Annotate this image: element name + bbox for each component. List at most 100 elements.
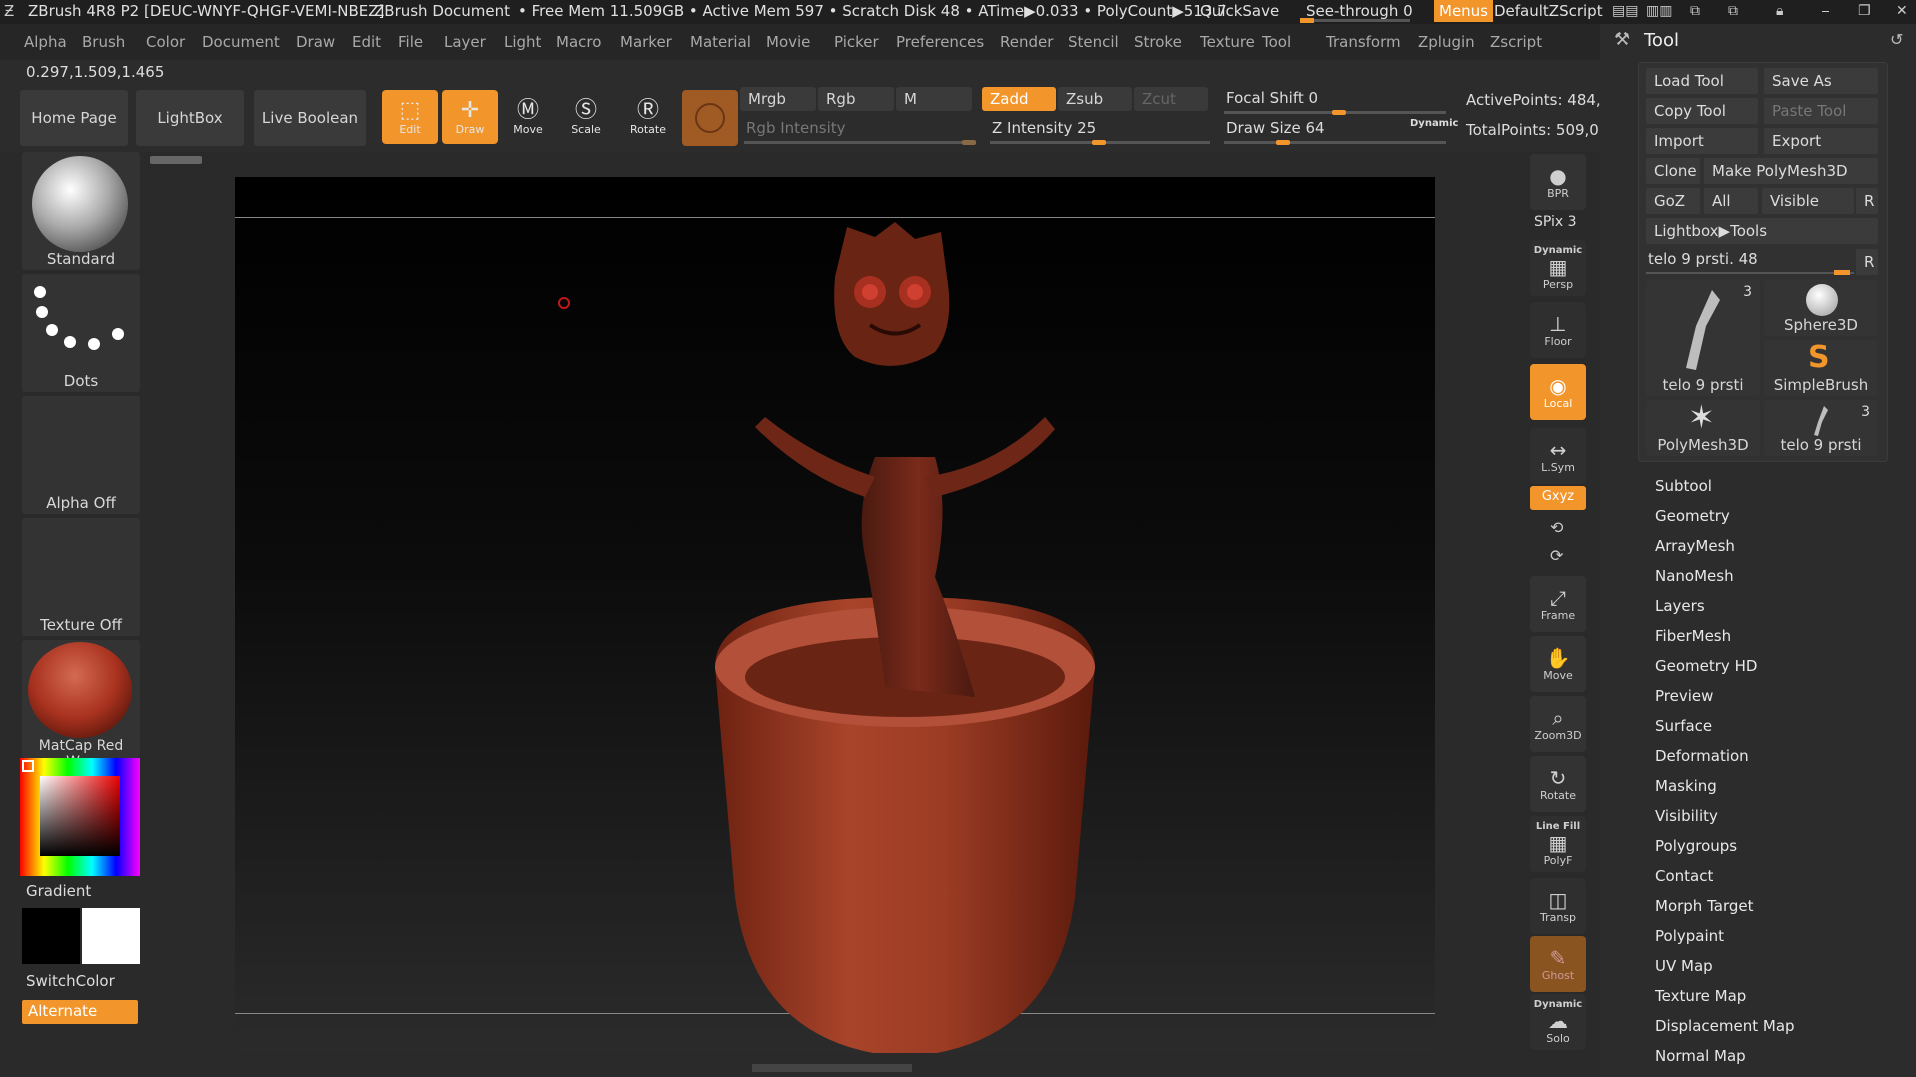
current-tool-slider[interactable]: telo 9 prsti. 48: [1648, 250, 1758, 268]
menu-movie[interactable]: Movie: [766, 33, 810, 51]
texture-selector[interactable]: Texture Off: [22, 518, 140, 636]
minimize-icon[interactable]: ⎯: [1822, 3, 1829, 19]
default-zscript-button[interactable]: DefaultZScript: [1494, 2, 1603, 20]
tool-thumb-telo-1[interactable]: 3 telo 9 prsti: [1646, 280, 1760, 396]
make-polymesh3d-button[interactable]: Make PolyMesh3D: [1704, 158, 1878, 184]
r-button-2[interactable]: R: [1856, 249, 1878, 275]
alpha-selector[interactable]: Alpha Off: [22, 396, 140, 514]
r-button[interactable]: R: [1856, 188, 1878, 214]
menu-document[interactable]: Document: [202, 33, 280, 51]
tool-section-nanomesh[interactable]: NanoMesh: [1655, 567, 1734, 585]
rotate-mode-button[interactable]: Ⓡ Rotate: [620, 90, 676, 144]
secondary-color-swatch[interactable]: [82, 908, 140, 964]
lightbox-tools-button[interactable]: Lightbox▶Tools: [1646, 218, 1878, 244]
tool-thumb-polymesh3d[interactable]: ✶ PolyMesh3D: [1646, 398, 1760, 456]
color-picker-marker[interactable]: [22, 760, 34, 772]
menu-render[interactable]: Render: [1000, 33, 1053, 51]
home-page-button[interactable]: Home Page: [20, 90, 128, 146]
draw-size-handle[interactable]: [1276, 140, 1290, 145]
focal-shift-handle[interactable]: [1332, 110, 1346, 115]
3d-viewport[interactable]: [235, 177, 1435, 1053]
rgb-intensity-slider[interactable]: Rgb Intensity: [746, 119, 846, 137]
layout-icon[interactable]: ⧉: [1690, 3, 1700, 19]
rgb-intensity-handle[interactable]: [962, 140, 976, 145]
zcut-button[interactable]: Zcut: [1134, 87, 1208, 111]
menu-draw[interactable]: Draw: [296, 33, 335, 51]
all-button[interactable]: All: [1704, 188, 1758, 214]
tool-section-preview[interactable]: Preview: [1655, 687, 1713, 705]
color-picker-square[interactable]: [40, 776, 120, 856]
tool-section-uv-map[interactable]: UV Map: [1655, 957, 1713, 975]
tool-section-displacement-map[interactable]: Displacement Map: [1655, 1017, 1795, 1035]
reset-icon[interactable]: ↺: [1890, 30, 1903, 49]
tool-section-geometry-hd[interactable]: Geometry HD: [1655, 657, 1757, 675]
menu-texture[interactable]: Texture: [1200, 33, 1255, 51]
local-button[interactable]: ◉ Local: [1530, 364, 1586, 420]
zadd-button[interactable]: Zadd: [982, 87, 1056, 111]
tool-section-fibermesh[interactable]: FiberMesh: [1655, 627, 1731, 645]
tool-section-arraymesh[interactable]: ArrayMesh: [1655, 537, 1735, 555]
tool-section-deformation[interactable]: Deformation: [1655, 747, 1749, 765]
export-button[interactable]: Export: [1764, 128, 1878, 154]
rotate-view-button[interactable]: ↻ Rotate: [1530, 756, 1586, 812]
alternate-button[interactable]: Alternate: [22, 1000, 138, 1024]
menu-color[interactable]: Color: [146, 33, 185, 51]
primary-color-swatch[interactable]: [22, 908, 80, 964]
rgb-button[interactable]: Rgb: [818, 87, 894, 111]
material-selector[interactable]: MatCap Red Wax: [22, 640, 140, 770]
tool-section-morph-target[interactable]: Morph Target: [1655, 897, 1754, 915]
copy-tool-button[interactable]: Copy Tool: [1646, 98, 1758, 124]
tool-section-normal-map[interactable]: Normal Map: [1655, 1047, 1746, 1065]
frame-button[interactable]: ⤢ Frame: [1530, 576, 1586, 632]
layout-icon-2[interactable]: ⧉: [1728, 3, 1738, 19]
ghost-button[interactable]: ✎ Ghost: [1530, 936, 1586, 992]
scroll-handle[interactable]: [150, 156, 202, 164]
bottom-scroll-handle[interactable]: [752, 1064, 912, 1072]
rotate-y-icon[interactable]: ⟲: [1550, 518, 1563, 537]
menu-stencil[interactable]: Stencil: [1068, 33, 1119, 51]
edit-mode-button[interactable]: ⬚ Edit: [382, 90, 438, 144]
load-tool-button[interactable]: Load Tool: [1646, 68, 1758, 94]
restore-icon[interactable]: ❐: [1858, 3, 1871, 19]
lightbox-button[interactable]: LightBox: [136, 90, 244, 146]
menu-brush[interactable]: Brush: [82, 33, 125, 51]
import-button[interactable]: Import: [1646, 128, 1758, 154]
bpr-button[interactable]: ● BPR: [1530, 154, 1586, 210]
brush-selector[interactable]: Standard: [22, 152, 140, 270]
tool-section-visibility[interactable]: Visibility: [1655, 807, 1718, 825]
see-through-track[interactable]: [1300, 19, 1410, 22]
tool-section-subtool[interactable]: Subtool: [1655, 477, 1712, 495]
scale-mode-button[interactable]: Ⓢ Scale: [558, 90, 614, 144]
tool-section-contact[interactable]: Contact: [1655, 867, 1713, 885]
m-button[interactable]: M: [896, 87, 972, 111]
tool-thumb-simplebrush[interactable]: S SimpleBrush: [1764, 340, 1878, 396]
tool-section-polypaint[interactable]: Polypaint: [1655, 927, 1724, 945]
rgb-intensity-track[interactable]: [744, 141, 976, 144]
switch-color-button[interactable]: SwitchColor: [26, 972, 115, 990]
draw-size-slider[interactable]: Draw Size 64: [1226, 119, 1325, 137]
floor-button[interactable]: ⊥ Floor: [1530, 302, 1586, 358]
tool-thumb-telo-2[interactable]: 3 telo 9 prsti: [1764, 400, 1878, 456]
xyz-button[interactable]: Gxyz: [1530, 486, 1586, 510]
menu-stroke[interactable]: Stroke: [1134, 33, 1182, 51]
menu-marker[interactable]: Marker: [620, 33, 672, 51]
menu-transform[interactable]: Transform: [1326, 33, 1401, 51]
z-intensity-slider[interactable]: Z Intensity 25: [992, 119, 1096, 137]
close-icon[interactable]: ✕: [1896, 3, 1908, 19]
z-intensity-handle[interactable]: [1092, 140, 1106, 145]
focal-shift-slider[interactable]: Focal Shift 0: [1226, 89, 1318, 107]
move-view-button[interactable]: ✋ Move: [1530, 636, 1586, 692]
draw-mode-button[interactable]: ✛ Draw: [442, 90, 498, 144]
quicksave-button[interactable]: QuickSave: [1200, 2, 1279, 20]
menu-macro[interactable]: Macro: [556, 33, 601, 51]
current-tool-track[interactable]: [1646, 272, 1854, 274]
rotate-z-icon[interactable]: ⟳: [1550, 546, 1563, 565]
live-boolean-button[interactable]: Live Boolean: [254, 90, 366, 146]
menu-tool[interactable]: Tool: [1262, 33, 1291, 51]
mrgb-button[interactable]: Mrgb: [740, 87, 816, 111]
paste-tool-button[interactable]: Paste Tool: [1764, 98, 1878, 124]
color-picker[interactable]: [20, 758, 140, 876]
stroke-selector[interactable]: Dots: [22, 274, 140, 392]
zoom3d-button[interactable]: ⌕ Zoom3D: [1530, 696, 1586, 752]
tool-section-texture-map[interactable]: Texture Map: [1655, 987, 1746, 1005]
